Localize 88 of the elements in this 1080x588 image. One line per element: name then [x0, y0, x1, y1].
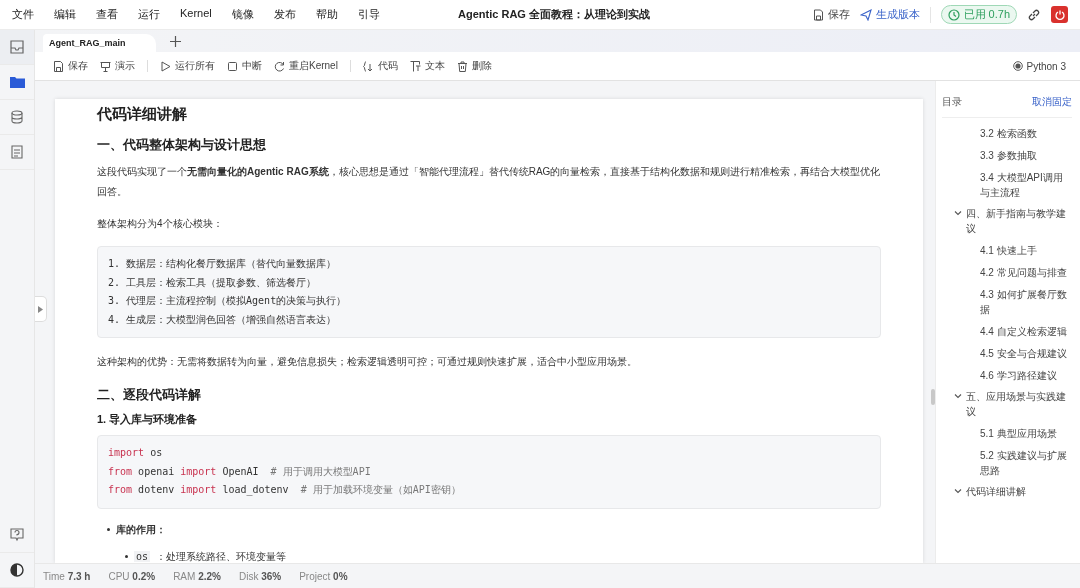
document-icon[interactable]: [11, 145, 23, 159]
toc-item[interactable]: 5.1 典型应用场景: [942, 422, 1072, 444]
toc-item[interactable]: 代码详细讲解: [942, 481, 1072, 502]
help-icon[interactable]: [10, 528, 24, 542]
folder-icon[interactable]: [9, 76, 25, 88]
caret-icon: [38, 305, 43, 313]
toc-item[interactable]: 3.2 检索函数: [942, 122, 1072, 144]
trash-icon: [456, 60, 468, 72]
send-icon: [859, 8, 872, 21]
toolbar-button[interactable]: 运行所有: [160, 59, 215, 73]
toc-item[interactable]: 五、应用场景与实践建议: [942, 386, 1072, 422]
list-item: ：处理系统路径、环境变量等: [156, 549, 287, 563]
status-item: Time 7.3 h: [43, 570, 91, 582]
restart-icon: [274, 60, 285, 72]
save-icon: [53, 60, 64, 72]
toolbar-button[interactable]: 保存: [53, 59, 88, 73]
menu-item[interactable]: 查看: [96, 7, 118, 22]
presentation-icon: [100, 60, 111, 72]
toc-item[interactable]: 4.1 快速上手: [942, 239, 1072, 261]
code-line: from openai import OpenAI # 用于调用大模型API: [108, 464, 372, 479]
menu-item[interactable]: 帮助: [315, 7, 338, 22]
toolbar-button[interactable]: 删除: [456, 59, 492, 73]
link-icon[interactable]: [1027, 7, 1041, 22]
chevron-icon[interactable]: [954, 209, 962, 217]
toolbar-button[interactable]: 演示: [100, 59, 135, 73]
stop-icon: [227, 60, 238, 72]
menu-item[interactable]: 编辑: [54, 7, 76, 22]
toc-item[interactable]: 四、新手指南与教学建议: [942, 203, 1072, 239]
toc-item[interactable]: 3.3 参数抽取: [942, 144, 1072, 166]
menu-item[interactable]: 镜像: [231, 7, 254, 22]
unpin-link[interactable]: 取消固定: [1032, 95, 1072, 109]
save-icon: [812, 8, 824, 21]
paragraph: 整体架构分为4个核心模块：: [97, 217, 224, 231]
code-line: 2. 工具层：检索工具（提取参数、筛选餐厅）: [108, 275, 318, 290]
code-line: 3. 代理层：主流程控制（模拟Agent的决策与执行）: [108, 294, 348, 308]
toc-title: 目录: [942, 95, 962, 109]
toolbar-button[interactable]: 中断: [227, 59, 262, 73]
toc-item[interactable]: 4.6 学习路径建议: [942, 364, 1072, 386]
play-icon: [160, 60, 171, 72]
toc-item[interactable]: 4.3 如何扩展餐厅数据: [942, 283, 1072, 320]
code-line: from dotenv import load_dotenv # 用于加载环境变量（如API密钥）: [108, 483, 462, 498]
status-item: Disk 36%: [238, 570, 282, 582]
usage-badge: 已用 0.7h: [940, 5, 1017, 24]
heading: 代码详细讲解: [97, 105, 188, 124]
code-line: 4. 生成层：大模型润色回答（增强自然语言表达）: [108, 312, 338, 327]
theme-icon[interactable]: [10, 563, 24, 577]
section-heading: 一、代码整体架构与设计思想: [97, 136, 267, 154]
publish-button[interactable]: 生成版本: [859, 7, 920, 22]
toolbar-button[interactable]: 文本: [409, 59, 445, 73]
status-item: RAM 2.2%: [173, 570, 221, 582]
paragraph: 这段代码实现了一个无需向量化的Agentic RAG系统，核心思想是通过「智能代理流程」替代传统RAG的向量检索，直接基于结构化数据和规则进行精准检索，再结合大模型优化回答。: [97, 165, 881, 199]
database-icon[interactable]: [11, 110, 23, 124]
inbox-icon[interactable]: [9, 40, 25, 54]
toc-item[interactable]: 3.4 大模型API调用与主流程: [942, 166, 1072, 203]
code-icon: [362, 60, 374, 72]
status-item: Project 0%: [299, 570, 348, 582]
section-heading: 二、逐段代码详解: [97, 386, 202, 404]
list-item: 库的作用：: [116, 522, 166, 537]
toc-item[interactable]: 4.5 安全与合规建议: [942, 342, 1072, 364]
status-item: CPU 0.2%: [108, 570, 156, 582]
toolbar-button[interactable]: 代码: [362, 59, 398, 73]
menu-item[interactable]: 运行: [138, 7, 160, 22]
subsection-heading: 1. 导入库与环境准备: [97, 412, 199, 427]
power-button[interactable]: [1051, 6, 1068, 23]
inline-code: os: [134, 551, 151, 562]
toc-item[interactable]: 4.4 自定义检索逻辑: [942, 320, 1072, 342]
collapse-handle[interactable]: [35, 296, 47, 322]
notebook-title: Agentic RAG 全面教程：从理论到实战: [458, 7, 650, 22]
menu-item[interactable]: 引导: [357, 7, 380, 22]
paragraph: 这种架构的优势：无需将数据转为向量，避免信息损失；检索逻辑透明可控；可通过规则快速扩展，适合中小型应用场景。: [97, 355, 638, 369]
menu-item[interactable]: Kernel: [180, 7, 212, 22]
menu-item[interactable]: 文件: [12, 7, 34, 22]
chevron-icon[interactable]: [954, 487, 962, 495]
save-button[interactable]: 保存: [812, 7, 850, 22]
code-line: 1. 数据层：结构化餐厅数据库（替代向量数据库）: [108, 257, 338, 271]
notebook-tab[interactable]: Agent_RAG_main: [43, 34, 156, 52]
radio-icon: [1012, 61, 1023, 71]
toc-item[interactable]: 4.2 常见问题与排查: [942, 261, 1072, 283]
chevron-icon[interactable]: [954, 392, 962, 400]
menu-item[interactable]: 发布: [273, 7, 296, 22]
text-icon: [409, 60, 421, 72]
code-line: import os: [108, 446, 164, 460]
kernel-indicator: Python 3: [1012, 60, 1066, 72]
toolbar-button[interactable]: 重启Kernel: [274, 59, 338, 73]
clock-icon: [947, 8, 960, 21]
add-tab-icon[interactable]: [169, 36, 181, 47]
toc-item[interactable]: 5.2 实践建议与扩展思路: [942, 444, 1072, 481]
power-icon: [1053, 8, 1066, 21]
